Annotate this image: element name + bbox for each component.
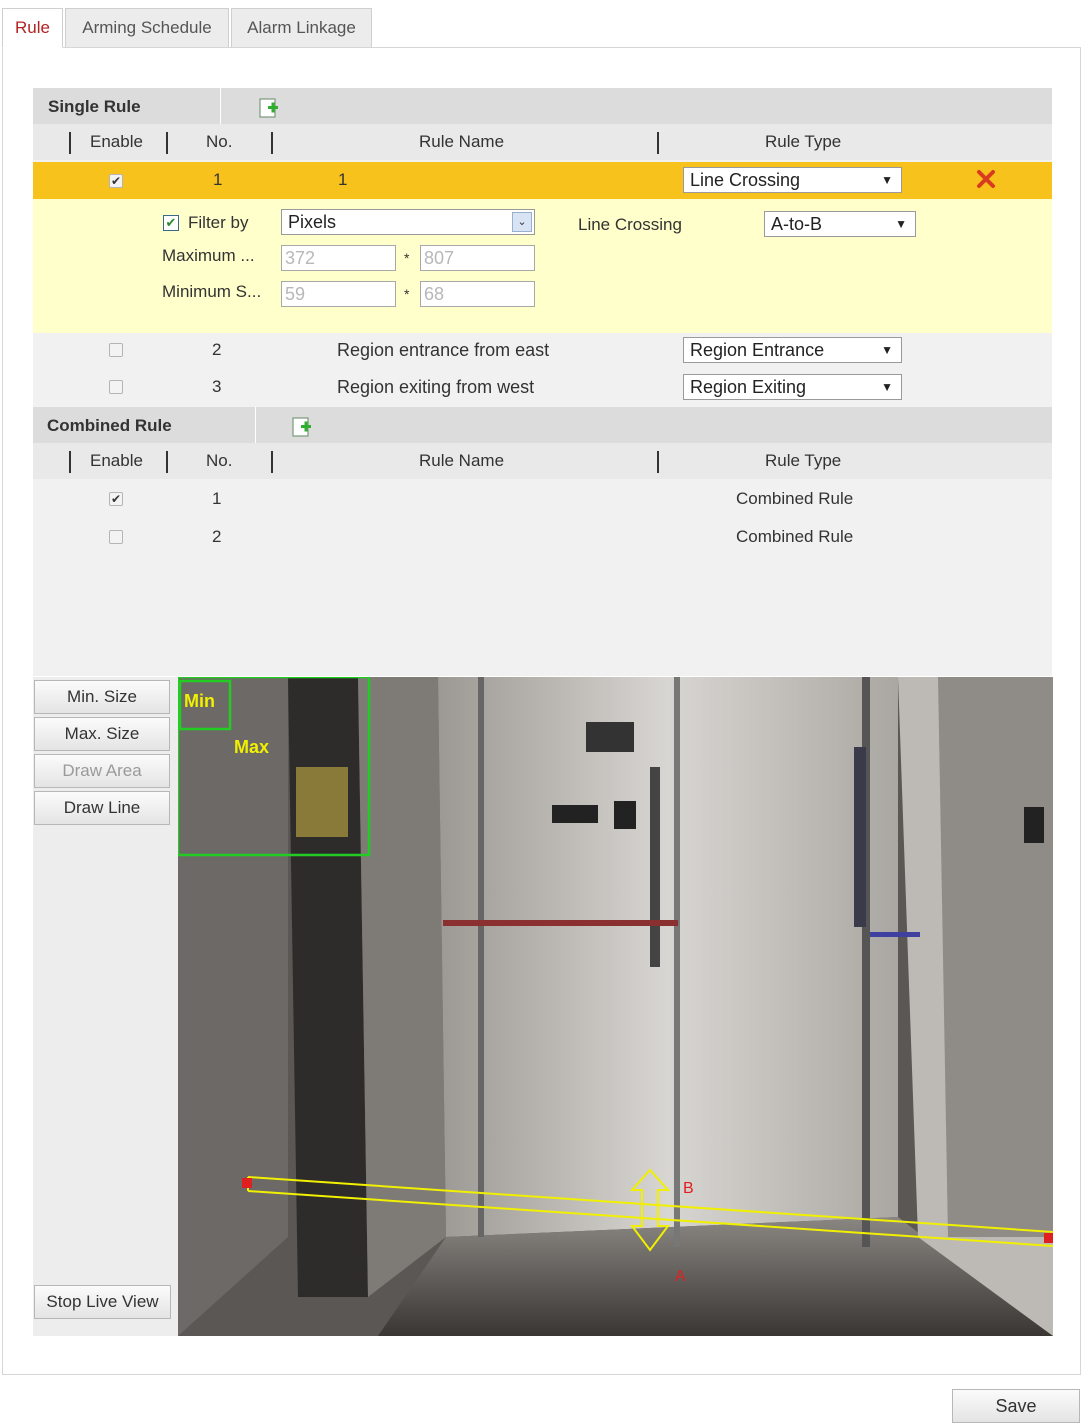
rule-no: 3 <box>212 377 222 396</box>
combined-rule-type: Combined Rule <box>736 489 854 508</box>
combined-rule-no: 2 <box>212 527 222 546</box>
dropdown-arrow-icon: ▼ <box>881 380 893 394</box>
min-size-button[interactable]: Min. Size <box>34 680 170 714</box>
min-height-input[interactable]: 68 <box>420 281 535 307</box>
rule-type-select-2[interactable]: Region Entrance ▼ <box>683 337 902 363</box>
direction-select[interactable]: A-to-B ▼ <box>764 211 916 237</box>
enable-checkbox-1[interactable]: ✔ <box>109 174 123 188</box>
rule-type-select-1[interactable]: Line Crossing ▼ <box>683 167 902 193</box>
min-overlay-label: Min <box>184 691 215 711</box>
times-sign: * <box>404 250 410 266</box>
single-rule-title: Single Rule <box>48 97 141 116</box>
col-no: No. <box>206 451 233 470</box>
chevron-down-icon: ⌄ <box>512 212 532 232</box>
rule-no: 1 <box>213 170 223 189</box>
tab-rule[interactable]: Rule <box>2 8 63 48</box>
dropdown-arrow-icon: ▼ <box>881 173 893 187</box>
header-divider <box>255 407 256 443</box>
save-button[interactable]: Save <box>952 1389 1080 1423</box>
rule-name[interactable]: Region exiting from west <box>337 377 534 398</box>
draw-area-button[interactable]: Draw Area <box>34 754 170 788</box>
single-rule-header <box>33 88 1052 124</box>
min-width-input[interactable]: 59 <box>281 281 396 307</box>
camera-scene: Min Max B A <box>178 677 1053 1336</box>
col-rule-name: Rule Name <box>419 451 505 470</box>
combined-enable-checkbox-2[interactable] <box>109 530 123 544</box>
combined-rule-title: Combined Rule <box>47 416 172 435</box>
combined-rule-no: 1 <box>212 489 222 508</box>
combined-rule-type: Combined Rule <box>736 527 854 546</box>
point-b-label: B <box>683 1180 694 1197</box>
col-rule-type: Rule Type <box>765 451 842 470</box>
max-overlay-label: Max <box>234 737 269 757</box>
add-combined-rule-icon[interactable] <box>291 416 313 438</box>
enable-checkbox-2[interactable] <box>109 343 123 357</box>
single-rule-column-header: Enable No. Rule Name Rule Type <box>33 124 1052 160</box>
stop-live-view-button[interactable]: Stop Live View <box>34 1285 171 1319</box>
rule-name[interactable]: Region entrance from east <box>337 340 549 361</box>
tab-alarm-linkage[interactable]: Alarm Linkage <box>231 8 372 48</box>
direction-label: Line Crossing <box>578 215 682 234</box>
max-height-input[interactable]: 807 <box>420 245 535 271</box>
rule-type-select-3[interactable]: Region Exiting ▼ <box>683 374 902 400</box>
point-a-label: A <box>675 1268 686 1285</box>
add-rule-icon[interactable] <box>258 97 280 119</box>
combined-rule-header <box>33 407 1052 443</box>
live-view[interactable]: Min Max B A <box>178 677 1053 1336</box>
line-endpoint-handle <box>242 1178 252 1188</box>
col-rule-name: Rule Name <box>419 132 505 151</box>
minimum-size-label: Minimum S... <box>162 282 262 301</box>
line-endpoint-handle <box>1044 1233 1053 1243</box>
combined-rule-column-header: Enable No. Rule Name Rule Type <box>33 443 1052 479</box>
dropdown-arrow-icon: ▼ <box>895 217 907 231</box>
tab-arming-schedule[interactable]: Arming Schedule <box>65 8 229 48</box>
combined-enable-checkbox-1[interactable]: ✔ <box>109 492 123 506</box>
enable-checkbox-3[interactable] <box>109 380 123 394</box>
max-size-button[interactable]: Max. Size <box>34 717 170 751</box>
col-no: No. <box>206 132 233 151</box>
col-enable: Enable <box>90 451 143 470</box>
col-rule-type: Rule Type <box>765 132 842 151</box>
dropdown-arrow-icon: ▼ <box>881 343 893 357</box>
max-width-input[interactable]: 372 <box>281 245 396 271</box>
rule-no: 2 <box>212 340 222 359</box>
filter-type-select[interactable]: Pixels ⌄ <box>281 209 535 235</box>
maximum-size-label: Maximum ... <box>162 246 255 265</box>
draw-line-button[interactable]: Draw Line <box>34 791 170 825</box>
filter-by-label: Filter by <box>188 213 249 232</box>
header-divider <box>220 88 221 124</box>
col-enable: Enable <box>90 132 143 151</box>
delete-rule-icon[interactable] <box>976 169 996 189</box>
times-sign: * <box>404 286 410 302</box>
filter-checkbox[interactable]: ✔ <box>163 215 179 231</box>
rule-name[interactable]: 1 <box>338 170 347 190</box>
